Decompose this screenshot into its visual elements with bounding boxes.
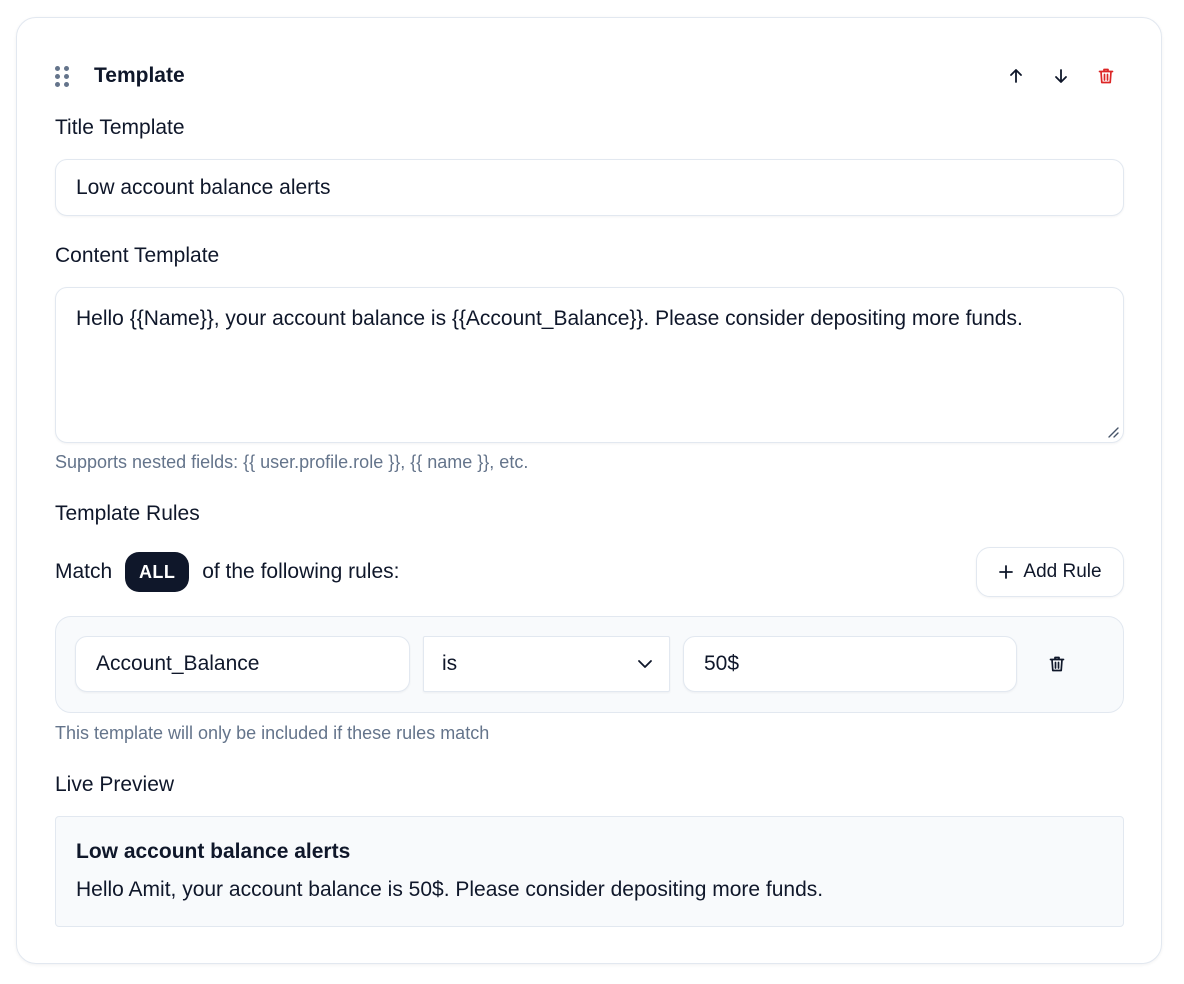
arrow-up-icon — [1010, 69, 1022, 83]
add-rule-label: Add Rule — [1023, 561, 1102, 582]
arrow-down-icon — [1055, 69, 1067, 83]
template-rules-label: Template Rules — [55, 502, 200, 525]
plus-icon — [999, 565, 1014, 579]
add-rule-button[interactable]: Add Rule — [976, 547, 1124, 597]
rule-field-input[interactable]: Account_Balance — [75, 636, 410, 692]
title-template-input[interactable]: Low account balance alerts — [55, 159, 1124, 216]
rule-field-value: Account_Balance — [96, 652, 260, 675]
card-header: Template — [55, 60, 1121, 92]
title-template-value: Low account balance alerts — [76, 175, 331, 199]
trash-icon — [1049, 656, 1065, 672]
live-preview-box: Low account balance alerts Hello Amit, y… — [55, 816, 1124, 927]
card-title: Template — [94, 64, 185, 87]
trash-icon — [1098, 68, 1114, 84]
content-template-hint: Supports nested fields: {{ user.profile.… — [55, 452, 529, 472]
drag-handle-icon[interactable] — [55, 65, 69, 87]
chevron-down-icon — [638, 660, 652, 668]
resize-grip-icon[interactable] — [1104, 423, 1120, 439]
preview-body: Hello Amit, your account balance is 50$.… — [76, 878, 824, 901]
template-card: Template Title Template Low account bala… — [16, 17, 1162, 964]
match-row: Match ALL of the following rules: Add Ru… — [55, 547, 1124, 597]
move-up-button[interactable] — [1003, 63, 1029, 89]
rule-value-input[interactable]: 50$ — [683, 636, 1017, 692]
delete-template-button[interactable] — [1093, 63, 1119, 89]
rule-operator-value: is — [442, 652, 458, 675]
content-template-value: Hello {{Name}}, your account balance is … — [76, 307, 1023, 330]
content-template-label: Content Template — [55, 244, 220, 267]
move-down-button[interactable] — [1048, 63, 1074, 89]
match-prefix: Match — [55, 560, 113, 583]
preview-title: Low account balance alerts — [76, 840, 351, 863]
rules-hint: This template will only be included if t… — [55, 723, 490, 743]
header-actions — [1003, 63, 1121, 89]
rules-list: Account_Balance is 50$ — [55, 616, 1124, 713]
rule-operator-select[interactable]: is — [423, 636, 670, 692]
content-template-textarea[interactable]: Hello {{Name}}, your account balance is … — [55, 287, 1124, 443]
title-template-label: Title Template — [55, 116, 185, 139]
delete-rule-button[interactable] — [1044, 651, 1070, 677]
match-suffix: of the following rules: — [202, 560, 400, 583]
match-mode-toggle[interactable]: ALL — [125, 552, 190, 592]
rule-value-value: 50$ — [704, 652, 740, 675]
live-preview-label: Live Preview — [55, 773, 175, 796]
